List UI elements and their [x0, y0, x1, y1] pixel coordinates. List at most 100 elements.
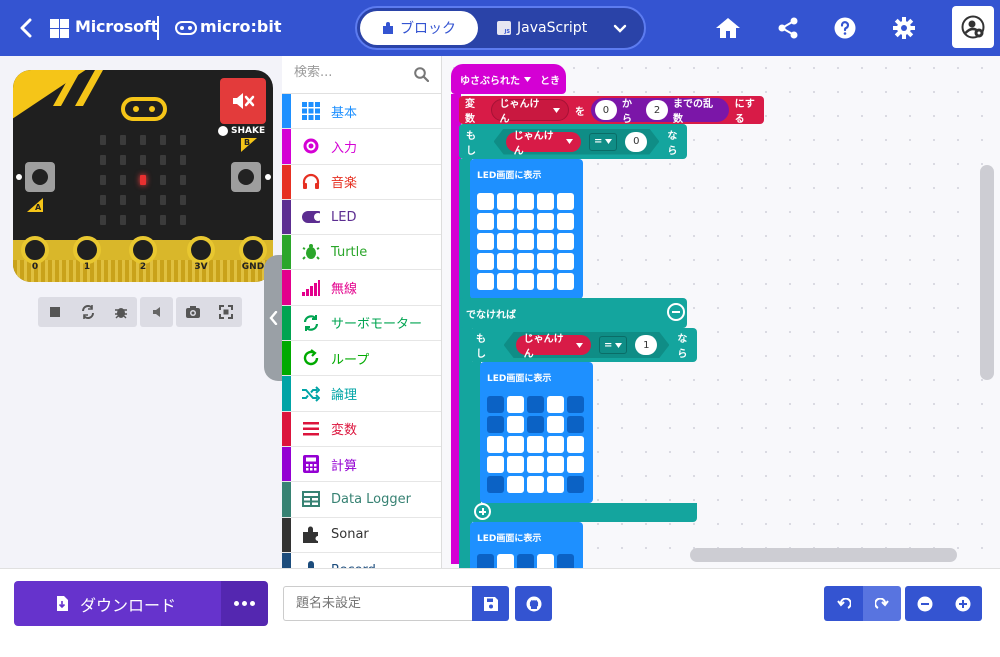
- github-button[interactable]: [515, 586, 552, 621]
- led-cell[interactable]: [477, 233, 494, 250]
- variable-dropdown[interactable]: じゃんけん: [516, 335, 591, 355]
- gesture-dropdown[interactable]: ゆさぶられた: [460, 72, 531, 87]
- led-cell[interactable]: [527, 436, 544, 453]
- button-b[interactable]: [231, 162, 261, 192]
- led-cell[interactable]: [487, 396, 504, 413]
- nested-if-block[interactable]: もし じゃんけん = 1 なら: [469, 328, 697, 362]
- compare-block[interactable]: じゃんけん = 1: [504, 332, 670, 358]
- led-cell[interactable]: [567, 436, 584, 453]
- led-cell[interactable]: [497, 253, 514, 270]
- zoom-out-button[interactable]: [905, 586, 944, 621]
- led-cell[interactable]: [497, 193, 514, 210]
- category-sonar[interactable]: Sonar: [282, 517, 441, 553]
- workspace-vertical-scrollbar[interactable]: [980, 165, 994, 380]
- random-range-block[interactable]: 0 から 2 までの乱数: [590, 98, 729, 125]
- mute-button[interactable]: [220, 78, 266, 124]
- settings-button[interactable]: [890, 14, 918, 42]
- led-cell[interactable]: [547, 476, 564, 493]
- led-cell[interactable]: [517, 253, 534, 270]
- led-cell[interactable]: [557, 273, 574, 290]
- led-cell[interactable]: [477, 193, 494, 210]
- share-button[interactable]: [774, 14, 802, 42]
- category-led[interactable]: LED: [282, 199, 441, 236]
- led-cell[interactable]: [527, 456, 544, 473]
- led-cell[interactable]: [557, 213, 574, 230]
- led-cell[interactable]: [557, 193, 574, 210]
- screenshot-button[interactable]: [176, 297, 209, 327]
- led-cell[interactable]: [537, 193, 554, 210]
- led-cell[interactable]: [537, 253, 554, 270]
- pin-3v[interactable]: [187, 236, 215, 264]
- redo-button[interactable]: [863, 586, 901, 621]
- project-name-input[interactable]: [283, 586, 472, 621]
- add-else-icon[interactable]: [474, 503, 491, 520]
- category-turtle[interactable]: Turtle: [282, 235, 441, 271]
- set-variable-block[interactable]: 変数 じゃんけん を 0 から 2 までの乱数 にする: [459, 96, 764, 125]
- led-cell[interactable]: [547, 436, 564, 453]
- on-shake-event-block[interactable]: ゆさぶられた とき: [451, 64, 566, 94]
- language-dropdown-button[interactable]: [605, 14, 635, 42]
- led-cell[interactable]: [567, 456, 584, 473]
- undo-button[interactable]: [824, 586, 863, 621]
- pin-0[interactable]: [21, 236, 49, 264]
- toolbox-search-input[interactable]: [294, 65, 404, 80]
- compare-value-input[interactable]: 0: [625, 132, 647, 152]
- led-cell[interactable]: [497, 213, 514, 230]
- led-cell[interactable]: [527, 476, 544, 493]
- compare-block[interactable]: じゃんけん = 0: [494, 129, 660, 155]
- home-button[interactable]: [714, 14, 742, 42]
- show-leds-block[interactable]: LED画面に表示: [480, 362, 593, 503]
- compare-value-input[interactable]: 1: [635, 335, 657, 355]
- led-cell[interactable]: [507, 476, 524, 493]
- collapse-simulator-button[interactable]: [264, 255, 282, 381]
- led-cell[interactable]: [517, 213, 534, 230]
- led-cell[interactable]: [557, 233, 574, 250]
- led-cell[interactable]: [567, 416, 584, 433]
- led-cell[interactable]: [477, 213, 494, 230]
- category-計算[interactable]: 計算: [282, 446, 441, 483]
- category-サーボモーター[interactable]: サーボモーター: [282, 305, 441, 342]
- zoom-in-button[interactable]: [944, 586, 982, 621]
- sound-button[interactable]: [140, 297, 173, 327]
- led-cell[interactable]: [557, 253, 574, 270]
- pin-gnd[interactable]: [239, 236, 267, 264]
- led-cell[interactable]: [537, 213, 554, 230]
- if-then-else-block[interactable]: もし じゃんけん = 0 なら: [459, 124, 687, 159]
- blocks-mode-button[interactable]: ブロック: [360, 11, 478, 45]
- javascript-mode-button[interactable]: JavaScript: [497, 11, 597, 45]
- pin-1[interactable]: [73, 236, 101, 264]
- led-cell[interactable]: [517, 273, 534, 290]
- led-editor-grid[interactable]: [487, 396, 584, 493]
- led-cell[interactable]: [537, 273, 554, 290]
- workspace-horizontal-scrollbar[interactable]: [690, 548, 957, 562]
- download-more-button[interactable]: [221, 581, 268, 626]
- led-cell[interactable]: [547, 416, 564, 433]
- category-入力[interactable]: 入力: [282, 129, 441, 165]
- led-cell[interactable]: [527, 416, 544, 433]
- led-cell[interactable]: [547, 396, 564, 413]
- led-cell[interactable]: [507, 396, 524, 413]
- back-chevron-icon[interactable]: [14, 16, 38, 40]
- led-cell[interactable]: [487, 456, 504, 473]
- category-ループ[interactable]: ループ: [282, 341, 441, 377]
- help-button[interactable]: [831, 14, 859, 42]
- led-cell[interactable]: [537, 233, 554, 250]
- led-cell[interactable]: [547, 456, 564, 473]
- shake-button[interactable]: SHAKE: [218, 126, 265, 136]
- led-cell[interactable]: [477, 273, 494, 290]
- led-cell[interactable]: [567, 396, 584, 413]
- led-cell[interactable]: [567, 476, 584, 493]
- operator-dropdown[interactable]: =: [599, 336, 627, 354]
- download-button[interactable]: ダウンロード: [14, 581, 221, 626]
- fullscreen-button[interactable]: [209, 297, 242, 327]
- category-音楽[interactable]: 音楽: [282, 164, 441, 200]
- category-変数[interactable]: 変数: [282, 411, 441, 447]
- remove-else-icon[interactable]: [667, 303, 685, 321]
- led-cell[interactable]: [497, 273, 514, 290]
- led-cell[interactable]: [507, 436, 524, 453]
- pin-2[interactable]: [129, 236, 157, 264]
- operator-dropdown[interactable]: =: [589, 133, 617, 151]
- stop-button[interactable]: [38, 297, 71, 327]
- category-無線[interactable]: 無線: [282, 270, 441, 306]
- led-cell[interactable]: [527, 396, 544, 413]
